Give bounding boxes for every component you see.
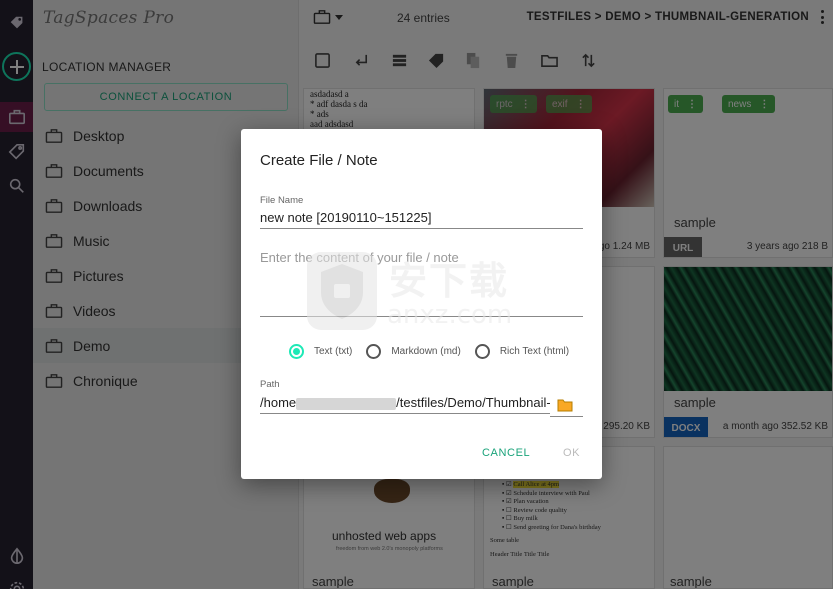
app-window: TagSpaces Pro LOCATION MANAGER CONNECT A…	[0, 0, 833, 589]
ok-button[interactable]: OK	[563, 447, 580, 459]
dialog-title: Create File / Note	[260, 152, 378, 169]
watermark-shield-icon	[307, 252, 377, 330]
radio-checked-icon	[289, 344, 304, 359]
radio-text[interactable]: Text (txt)	[289, 344, 352, 359]
file-name-label: File Name	[260, 195, 304, 206]
path-label: Path	[260, 379, 280, 390]
radio-markdown[interactable]: Markdown (md)	[366, 344, 461, 359]
file-format-radio-group: Text (txt) Markdown (md) Rich Text (html…	[289, 344, 583, 359]
select-directory-button[interactable]	[557, 398, 573, 412]
watermark-en: anxz.com	[387, 300, 513, 330]
watermark: 安下载 anxz.com	[307, 250, 527, 334]
cancel-button[interactable]: CANCEL	[482, 447, 530, 459]
folder-icon	[557, 399, 573, 412]
path-input[interactable]: /home/testfiles/Demo/Thumbnail-	[260, 395, 550, 414]
blurred-username	[296, 397, 397, 410]
watermark-cn: 安下载	[389, 259, 510, 303]
radio-unchecked-icon	[474, 344, 490, 359]
file-name-input[interactable]: new note [20190110~151225]	[260, 210, 583, 229]
radio-unchecked-icon	[366, 344, 382, 359]
radio-richtext[interactable]: Rich Text (html)	[474, 344, 569, 359]
